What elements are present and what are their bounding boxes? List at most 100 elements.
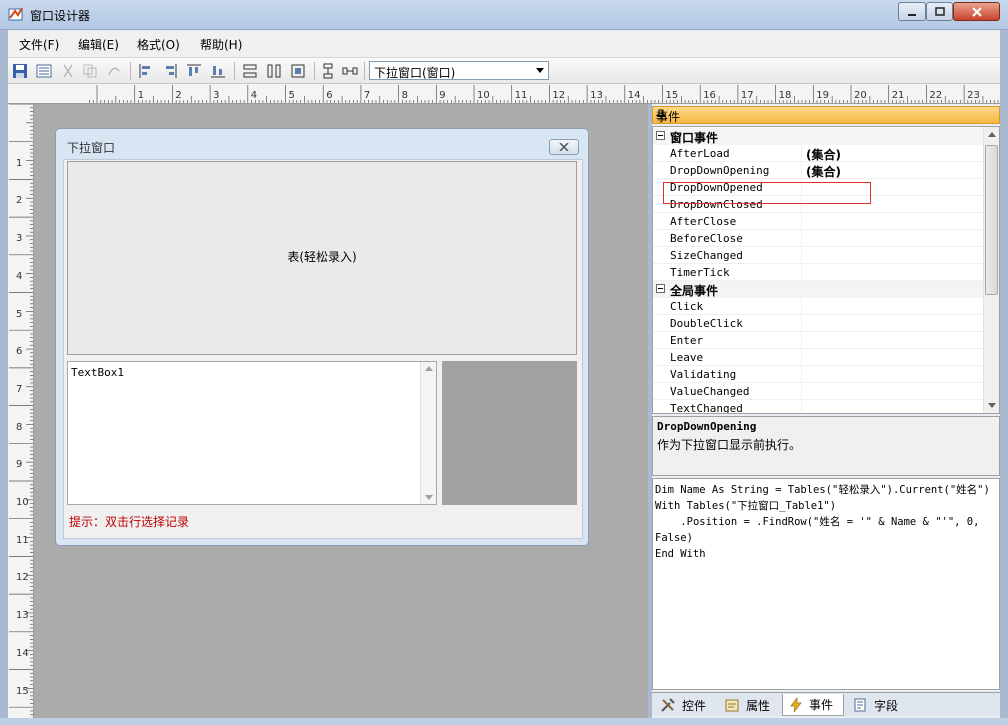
minimize-icon — [908, 13, 916, 16]
hint-label: 提示：双击行选择记录 — [69, 515, 190, 529]
align-top-icon[interactable] — [186, 63, 202, 79]
paste-icon[interactable] — [106, 63, 122, 79]
event-description-text: 作为下拉窗口显示前执行。 — [657, 438, 802, 452]
event-row[interactable]: TimerTick — [653, 264, 983, 281]
scroll-up-icon[interactable] — [425, 366, 433, 371]
properties-icon[interactable] — [36, 63, 52, 79]
ruler-number: 8 — [16, 421, 23, 433]
code-text[interactable]: Dim Name As String = Tables("轻松录入").Curr… — [655, 482, 995, 562]
ruler-number: 22 — [929, 90, 943, 101]
maximize-icon — [934, 6, 945, 16]
minimize-button[interactable] — [898, 2, 926, 21]
event-row[interactable]: AfterClose — [653, 213, 983, 230]
ruler-number: 7 — [16, 383, 23, 395]
ruler-number: 5 — [288, 90, 295, 101]
event-name: AfterLoad — [670, 147, 730, 160]
textbox-scrollbar[interactable] — [420, 362, 436, 504]
menu-edit[interactable]: 编辑(E) — [78, 36, 119, 53]
menu-format[interactable]: 格式(O) — [137, 36, 180, 53]
tab-events[interactable]: 事件 — [782, 694, 844, 716]
same-size-icon[interactable] — [290, 63, 306, 79]
event-grid[interactable]: 窗口事件 AfterLoad (集合) DropDownOpening (集合) Drop… — [652, 126, 1000, 414]
tab-fields-label: 字段 — [874, 698, 899, 713]
event-row[interactable]: Click — [653, 298, 983, 315]
event-row[interactable]: SizeChanged — [653, 247, 983, 264]
ruler-number: 14 — [16, 647, 29, 659]
ruler-number: 6 — [326, 90, 333, 101]
close-button[interactable] — [953, 2, 1000, 21]
align-right-icon[interactable] — [162, 63, 178, 79]
same-height-icon[interactable] — [266, 63, 282, 79]
event-row[interactable]: ValueChanged — [653, 383, 983, 400]
event-category-label: 窗口事件 — [670, 131, 719, 145]
ruler-number: 13 — [16, 610, 29, 622]
properties-icon — [725, 699, 739, 712]
scroll-down-icon[interactable] — [988, 403, 996, 408]
event-row[interactable]: AfterLoad (集合) — [653, 145, 983, 162]
event-grid-scrollbar[interactable] — [983, 127, 999, 413]
app-icon — [8, 7, 23, 21]
horizontal-spacing-icon[interactable] — [342, 63, 358, 79]
save-icon[interactable] — [12, 63, 28, 79]
selected-event-highlight — [663, 182, 871, 204]
align-left-icon[interactable] — [138, 63, 154, 79]
vertical-ruler: 12345678910111213141516 — [8, 104, 34, 718]
table-control[interactable]: 表(轻松录入) — [67, 161, 577, 355]
ruler-number: 12 — [552, 90, 566, 101]
menu-help[interactable]: 帮助(H) — [200, 36, 242, 53]
event-row[interactable]: DropDownOpening (集合) — [653, 162, 983, 179]
event-value[interactable]: (集合) — [806, 163, 841, 180]
event-category-label: 全局事件 — [670, 284, 719, 298]
event-description: DropDownOpening 作为下拉窗口显示前执行。 — [652, 416, 1000, 476]
vertical-spacing-icon[interactable] — [320, 63, 336, 79]
event-name: Validating — [670, 368, 737, 381]
tab-fields[interactable]: 字段 — [852, 694, 898, 716]
maximize-button[interactable] — [926, 2, 953, 21]
textbox-control[interactable]: TextBox1 — [67, 361, 437, 505]
scroll-thumb[interactable] — [985, 145, 998, 295]
form-close-button[interactable] — [549, 139, 579, 155]
copy-icon[interactable] — [82, 63, 98, 79]
scroll-up-icon[interactable] — [988, 132, 996, 137]
event-row[interactable]: Leave — [653, 349, 983, 366]
collapse-icon[interactable] — [656, 131, 665, 140]
event-category[interactable]: 窗口事件 — [653, 128, 983, 145]
ruler-number: 1 — [16, 157, 23, 169]
object-selector-combo[interactable]: 下拉窗口(窗口) — [369, 61, 549, 80]
dropdown-form[interactable]: 下拉窗口 表(轻松录入) TextBox1 提示：双击行选择记录 — [55, 128, 589, 546]
align-bottom-icon[interactable] — [210, 63, 226, 79]
code-editor[interactable]: Dim Name As String = Tables("轻松录入").Curr… — [652, 478, 1000, 690]
event-value[interactable]: (集合) — [806, 146, 841, 163]
ruler-number: 1 — [137, 90, 145, 101]
pin-icon[interactable] — [656, 109, 996, 122]
event-description-title: DropDownOpening — [657, 420, 757, 433]
collapse-icon[interactable] — [656, 284, 665, 293]
form-title: 下拉窗口 — [67, 141, 116, 155]
ruler-number: 12 — [16, 572, 29, 584]
same-width-icon[interactable] — [242, 63, 258, 79]
chevron-down-icon[interactable] — [532, 62, 548, 79]
ruler-number: 17 — [740, 90, 754, 101]
ruler-number: 11 — [16, 534, 29, 546]
cut-icon[interactable] — [60, 63, 76, 79]
event-row[interactable]: BeforeClose — [653, 230, 983, 247]
tab-controls[interactable]: 控件 — [660, 694, 706, 716]
design-canvas[interactable]: 下拉窗口 表(轻松录入) TextBox1 提示：双击行选择记录 — [34, 104, 648, 718]
lightning-icon — [790, 696, 802, 712]
ruler-number: 5 — [16, 308, 23, 320]
panel-control[interactable] — [442, 361, 577, 505]
event-category[interactable]: 全局事件 — [653, 281, 983, 298]
event-row[interactable]: Validating — [653, 366, 983, 383]
menu-file[interactable]: 文件(F) — [19, 36, 59, 53]
event-row[interactable]: TextChanged — [653, 400, 983, 413]
scroll-down-icon[interactable] — [425, 495, 433, 500]
event-name: AfterClose — [670, 215, 737, 228]
tools-icon — [661, 698, 675, 712]
tab-properties[interactable]: 属性 — [724, 694, 770, 716]
title-bar: 窗口设计器 — [0, 0, 1008, 30]
table-label: 表(轻松录入) — [287, 250, 357, 264]
tab-properties-label: 属性 — [746, 698, 771, 713]
event-row[interactable]: DoubleClick — [653, 315, 983, 332]
ruler-number: 13 — [590, 90, 603, 101]
event-row[interactable]: Enter — [653, 332, 983, 349]
